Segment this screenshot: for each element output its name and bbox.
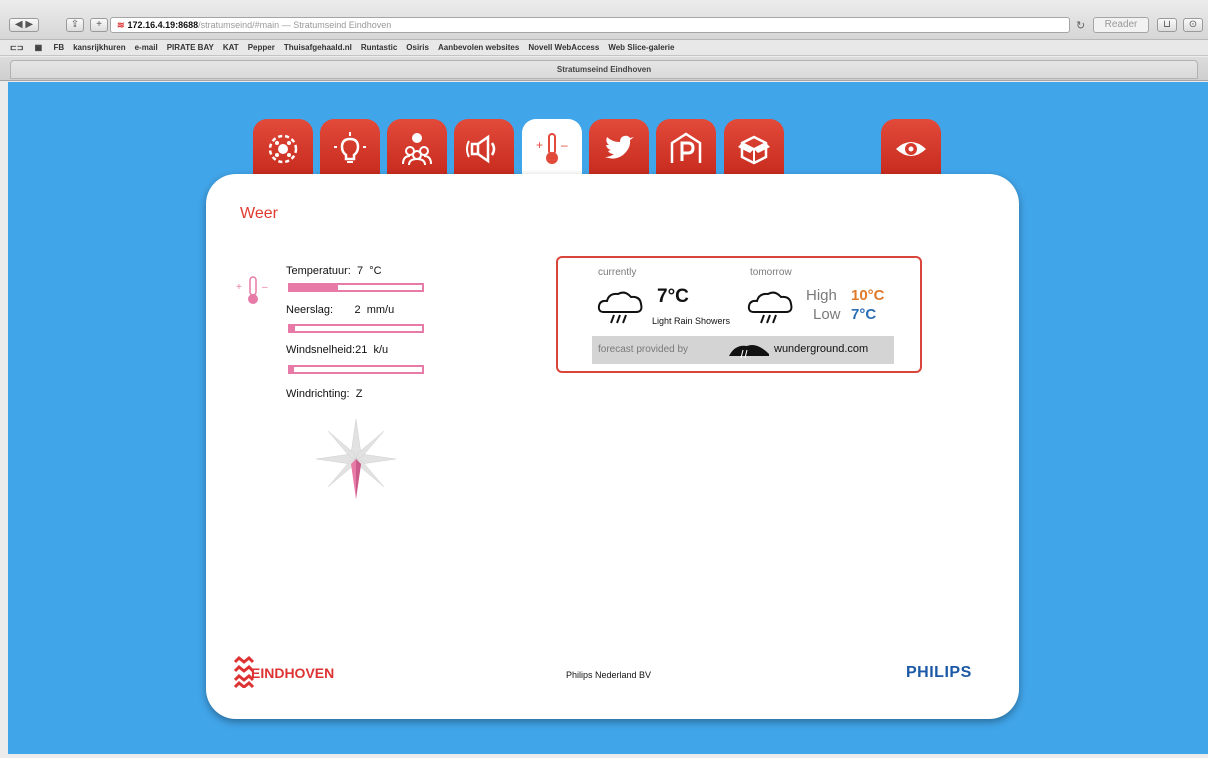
high-label: High	[806, 287, 837, 304]
reload-icon[interactable]: ↻	[1076, 19, 1085, 32]
eye-icon	[896, 142, 926, 156]
wind-speed-bar	[288, 365, 424, 374]
back-forward-buttons[interactable]: ◀ ▶	[9, 18, 39, 32]
bookmark-item[interactable]: e-mail	[135, 43, 158, 52]
nav-tab-eye[interactable]	[881, 119, 941, 179]
lightbulb-icon	[334, 132, 366, 163]
address-bar[interactable]: ≋ 172.16.4.19:8688/stratumseind/#main — S…	[110, 17, 1070, 33]
tomorrow-label: tomorrow	[750, 267, 792, 278]
bookmark-item[interactable]: Thuisafgehaald.nl	[284, 43, 352, 52]
svg-text:+: +	[536, 138, 543, 152]
temperature-bar-fill	[290, 285, 338, 290]
thermometer-icon: + –	[236, 276, 268, 304]
url-path: /stratumseind/#main	[198, 20, 280, 30]
forecast-credit-label: forecast provided by	[598, 344, 689, 355]
page-title: Weer	[240, 205, 278, 222]
wunderground-logo-icon	[729, 345, 769, 359]
wind-direction-value: Z	[355, 388, 363, 400]
svg-text:–: –	[561, 138, 568, 152]
nav-tab-sound[interactable]	[454, 119, 514, 179]
people-location-icon	[402, 133, 432, 166]
url-page-title: — Stratumseind Eindhoven	[281, 20, 392, 30]
nav-tab-sensor[interactable]	[253, 119, 313, 179]
temperature-bar	[288, 283, 424, 292]
bookmark-item[interactable]: Runtastic	[361, 43, 397, 52]
share-icon[interactable]: ⇪	[66, 18, 84, 32]
wind-speed-label: Windsnelheid:21 k/u	[286, 344, 389, 356]
favicon-icon: ≋	[117, 20, 125, 30]
low-value: 7°C	[851, 306, 877, 323]
nav-tab-parking[interactable]	[656, 119, 716, 179]
wind-speed-value: 21	[355, 344, 368, 356]
temperature-value: 7	[356, 265, 364, 277]
parking-icon	[670, 132, 702, 163]
forecast-credit[interactable]: forecast provided by wunderground.com	[592, 336, 894, 364]
downloads-icon[interactable]: ⊙	[1183, 18, 1203, 32]
box-icon	[738, 135, 770, 165]
browser-window: ◀ ▶ ⇪ + ≋ 172.16.4.19:8688/stratumseind/#…	[0, 0, 1208, 758]
thermometer-icon: + –	[536, 133, 568, 164]
bookmark-list: FB kansrijkhuren e-mail PIRATE BAY KAT Pepper…	[53, 43, 683, 52]
bookmark-item[interactable]: Novell WebAccess	[528, 43, 599, 52]
browser-toolbar: ◀ ▶ ⇪ + ≋ 172.16.4.19:8688/stratumseind/#…	[0, 0, 1208, 40]
sound-icon	[466, 134, 496, 164]
bookmark-item[interactable]: Aanbevolen websites	[438, 43, 519, 52]
svg-text:–: –	[262, 282, 268, 293]
wind-direction-label: Windrichting: Z	[286, 388, 363, 400]
precipitation-value: 2	[354, 304, 361, 316]
add-bookmark-icon[interactable]: +	[90, 18, 108, 32]
weather-panel: Weer + – Temperatuur: 7 °C Neerslag: 2 m…	[206, 174, 1019, 719]
bookmark-item[interactable]: PIRATE BAY	[167, 43, 214, 52]
nav-tab-people-location[interactable]	[387, 119, 447, 179]
svg-text:+: +	[236, 282, 242, 293]
tab-stratumseind[interactable]: Stratumseind Eindhoven	[10, 60, 1198, 79]
forecast-provider: wunderground.com	[774, 343, 869, 355]
top-sites-grid-icon[interactable]: ▦	[35, 43, 43, 52]
currently-label: currently	[598, 267, 637, 278]
forecast-widget[interactable]: currently tomorrow 7°C Light Rain Shower…	[556, 256, 922, 373]
precipitation-bar	[288, 324, 424, 333]
nav-tab-thermometer[interactable]: + –	[522, 119, 582, 179]
rain-cloud-icon	[597, 291, 643, 324]
bookmark-item[interactable]: kansrijkhuren	[73, 43, 125, 52]
bookmark-item[interactable]: FB	[53, 43, 64, 52]
bookmark-item[interactable]: Osiris	[406, 43, 429, 52]
reader-button[interactable]: Reader	[1093, 17, 1149, 33]
current-condition: Light Rain Showers	[652, 316, 731, 326]
high-value: 10°C	[851, 287, 885, 304]
bookmark-item[interactable]: KAT	[223, 43, 239, 52]
low-label: Low	[813, 306, 841, 323]
temperature-label: Temperatuur: 7 °C	[286, 265, 382, 277]
philips-logo: PHILIPS	[906, 664, 972, 681]
page-content: + – Weer + – Temperatuur: 7 °C Neerslag: …	[8, 82, 1208, 754]
tomorrow-rain-cloud-icon	[747, 291, 793, 324]
eindhoven-logo-text: EINDHOVEN	[251, 665, 335, 681]
precipitation-label: Neerslag: 2 mm/u	[286, 304, 395, 316]
precipitation-bar-fill	[290, 326, 296, 331]
nav-tab-lightbulb[interactable]	[320, 119, 380, 179]
twitter-bird-icon	[605, 135, 634, 159]
sensor-icon	[268, 134, 298, 164]
wind-speed-bar-fill	[290, 367, 294, 372]
reading-list-icon[interactable]: ⊔	[1157, 18, 1177, 32]
nav-tab-box[interactable]	[724, 119, 784, 179]
bookmark-item[interactable]: Pepper	[248, 43, 275, 52]
company-name: Philips Nederland BV	[566, 670, 652, 680]
reading-list-book-icon[interactable]: ⊏⊐	[10, 43, 23, 52]
bookmark-item[interactable]: Web Slice-galerie	[608, 43, 674, 52]
tab-bar: Stratumseind Eindhoven	[0, 57, 1208, 81]
current-temperature: 7°C	[657, 286, 689, 307]
compass-rose-icon	[315, 418, 397, 499]
bookmarks-bar: ⊏⊐ ▦ FB kansrijkhuren e-mail PIRATE BAY KAT P…	[0, 40, 1208, 56]
url-host: 172.16.4.19:8688	[127, 20, 199, 30]
nav-tab-twitter-bird[interactable]	[589, 119, 649, 179]
